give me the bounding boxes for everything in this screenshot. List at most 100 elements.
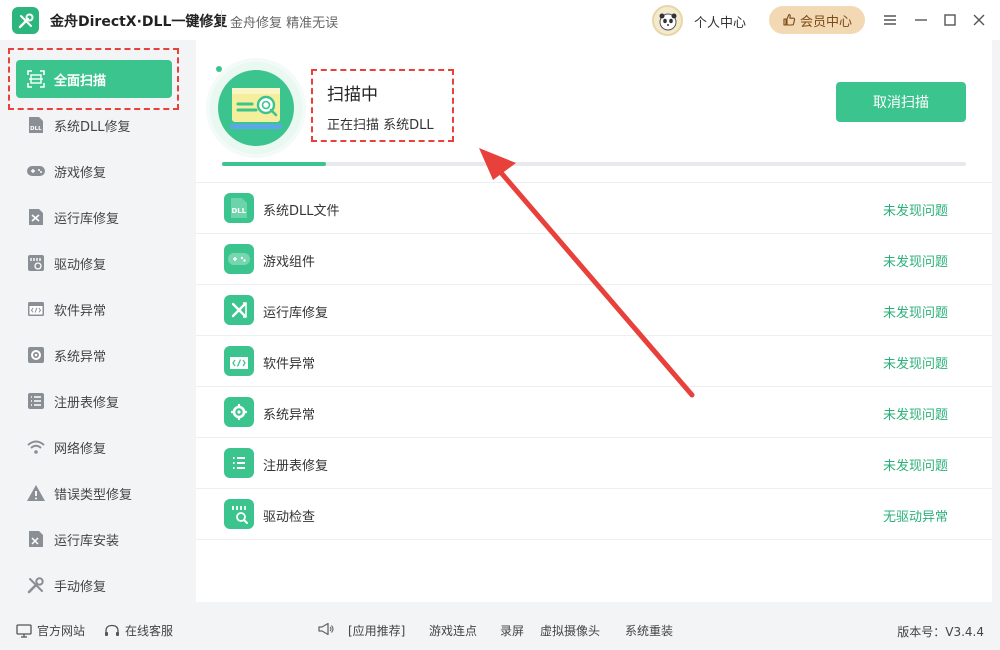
scan-result-status: 未发现问题	[882, 204, 948, 219]
monitor-icon	[16, 623, 32, 638]
cancel-scan-button[interactable]: 取消扫描	[836, 82, 966, 122]
footer-link-auto-clicker[interactable]: 游戏连点	[429, 622, 477, 639]
scan-result-status: 无驱动异常	[882, 510, 948, 525]
sidebar-item-label: 驱动修复	[54, 257, 107, 273]
online-support-link[interactable]: 在线客服	[104, 622, 173, 639]
sidebar-item-label: 系统异常	[54, 349, 107, 365]
scan-result-status: 未发现问题	[882, 357, 948, 372]
close-button[interactable]	[969, 10, 989, 30]
sidebar-item-full-scan[interactable]: 全面扫描	[16, 60, 172, 98]
sidebar-item-label: 软件异常	[54, 303, 107, 319]
driver-check-icon	[224, 499, 254, 529]
runtime-icon	[224, 295, 254, 325]
scan-result-row: 驱动检查 无驱动异常	[196, 489, 992, 540]
scan-result-status: 未发现问题	[882, 306, 948, 321]
sidebar-item-label: 错误类型修复	[54, 487, 133, 503]
sidebar-item-system-exception[interactable]: 系统异常	[16, 336, 172, 374]
thumbs-up-icon	[783, 13, 796, 26]
maximize-icon	[944, 14, 956, 26]
sidebar-item-label: 手动修复	[54, 579, 107, 595]
sidebar-item-software-exception[interactable]: 软件异常	[16, 290, 172, 328]
scan-result-row: 注册表修复 未发现问题	[196, 438, 992, 489]
title-bar: 金舟DirectX·DLL一键修复 金舟修复 精准无误 个人中心 会员中心	[0, 0, 1000, 40]
sidebar-item-registry-repair[interactable]: 注册表修复	[16, 382, 172, 420]
driver-icon	[26, 253, 46, 273]
sidebar-item-runtime-install[interactable]: 运行库安装	[16, 520, 172, 558]
wifi-icon	[26, 437, 46, 457]
vip-center-button[interactable]: 会员中心	[769, 6, 865, 34]
footer-link-virtual-camera[interactable]: 虚拟摄像头	[540, 622, 600, 639]
sidebar-item-runtime-repair[interactable]: 运行库修复	[16, 198, 172, 236]
sidebar-item-label: 运行库安装	[54, 533, 120, 549]
minimize-icon	[915, 19, 927, 21]
gamepad-icon	[26, 161, 46, 181]
avatar[interactable]	[652, 5, 683, 36]
minimize-button[interactable]	[911, 10, 931, 30]
footer-link-screen-record[interactable]: 录屏	[500, 622, 524, 639]
sidebar-item-network-repair[interactable]: 网络修复	[16, 428, 172, 466]
sidebar-item-driver-repair[interactable]: 驱动修复	[16, 244, 172, 282]
scan-result-name: 运行库修复	[263, 306, 329, 321]
menu-button[interactable]	[880, 10, 900, 30]
dll-file-icon: DLL	[224, 193, 254, 223]
gear-icon	[26, 345, 46, 365]
app-slogan: 金舟修复 精准无误	[230, 16, 339, 31]
code-window-icon	[26, 299, 46, 319]
install-icon	[26, 529, 46, 549]
version-label: 版本号：V3.4.4	[897, 625, 984, 639]
scan-result-row: 系统异常 未发现问题	[196, 387, 992, 438]
svg-text:DLL: DLL	[30, 126, 42, 132]
scan-progress-bar	[222, 162, 966, 166]
list-icon	[26, 391, 46, 411]
scan-result-row: DLL 系统DLL文件 未发现问题	[196, 183, 992, 234]
maximize-button[interactable]	[940, 10, 960, 30]
sidebar-item-system-dll[interactable]: DLL 系统DLL修复	[16, 106, 172, 144]
scan-icon	[26, 69, 46, 89]
scan-panel: 扫描中 正在扫描 系统DLL 取消扫描 DLL 系统DLL文件 未发现问题 游戏…	[196, 40, 992, 602]
list-icon	[224, 448, 254, 478]
sidebar-item-game-repair[interactable]: 游戏修复	[16, 152, 172, 190]
megaphone-icon	[318, 622, 334, 636]
scan-result-status: 未发现问题	[882, 408, 948, 423]
footer-link-system-reinstall[interactable]: 系统重装	[625, 622, 673, 639]
tools-icon	[18, 13, 33, 28]
promo-speaker	[317, 622, 335, 636]
sidebar-item-manual-repair[interactable]: 手动修复	[16, 566, 172, 604]
app-recommend-label: [应用推荐]	[348, 624, 406, 638]
scan-emblem	[210, 62, 302, 154]
scan-result-name: 系统DLL文件	[263, 204, 340, 219]
scan-progress-fill	[222, 162, 327, 166]
emblem-dot	[216, 66, 222, 72]
scan-result-status: 未发现问题	[882, 459, 948, 474]
sidebar-item-label: 运行库修复	[54, 211, 120, 227]
sidebar: 全面扫描 DLL 系统DLL修复 游戏修复 运行库修复 驱动修复 软件异常 系统…	[0, 40, 188, 610]
scan-status-title: 扫描中	[327, 85, 378, 105]
scan-result-row: 运行库修复 未发现问题	[196, 285, 992, 336]
online-support-label: 在线客服	[125, 624, 174, 638]
scan-monitor-icon	[230, 88, 282, 129]
dll-icon: DLL	[26, 115, 46, 135]
app-title: 金舟DirectX·DLL一键修复	[50, 14, 228, 30]
scan-result-name: 系统异常	[263, 408, 316, 423]
scan-result-row: 游戏组件 未发现问题	[196, 234, 992, 285]
official-website-label: 官方网站	[37, 624, 86, 638]
gamepad-icon	[224, 244, 254, 274]
scan-result-name: 游戏组件	[263, 255, 316, 270]
app-logo	[12, 7, 39, 34]
scan-result-name: 注册表修复	[263, 459, 329, 474]
panda-avatar-icon	[659, 13, 676, 30]
scan-result-name: 软件异常	[263, 357, 316, 372]
sidebar-item-label: 全面扫描	[54, 73, 107, 89]
scan-result-row: 软件异常 未发现问题	[196, 336, 992, 387]
hamburger-menu-icon	[884, 15, 896, 25]
wrench-icon	[26, 575, 46, 595]
sidebar-item-error-type-repair[interactable]: 错误类型修复	[16, 474, 172, 512]
scan-result-status: 未发现问题	[882, 255, 948, 270]
scan-result-name: 驱动检查	[263, 510, 316, 525]
svg-text:DLL: DLL	[232, 207, 247, 215]
official-website-link[interactable]: 官方网站	[16, 622, 85, 639]
user-center-link[interactable]: 个人中心	[694, 12, 746, 31]
scan-status-detail: 正在扫描 系统DLL	[327, 118, 434, 133]
gear-icon	[224, 397, 254, 427]
code-window-icon	[224, 346, 254, 376]
